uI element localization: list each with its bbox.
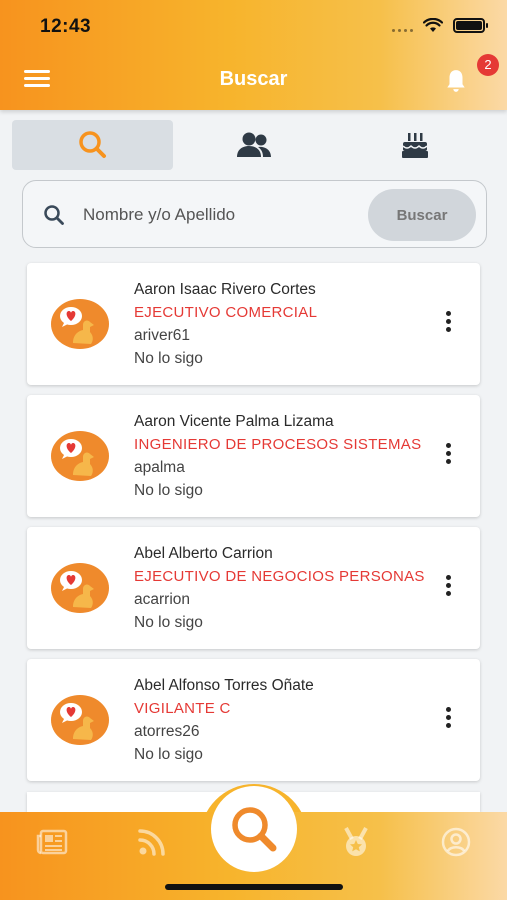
profile-icon (441, 827, 471, 857)
search-icon (78, 131, 106, 158)
result-role: EJECUTIVO DE NEGOCIOS PERSONAS (134, 568, 425, 585)
avatar-placeholder-icon (51, 695, 109, 745)
app-header: 12:43 Buscar 2 (0, 0, 507, 110)
more-options-icon[interactable] (444, 311, 452, 337)
notification-badge: 2 (477, 54, 499, 76)
status-time: 12:43 (40, 16, 92, 37)
result-card[interactable]: Abel Alfonso Torres Oñate VIGILANTE C at… (27, 659, 480, 781)
nav-feed[interactable] (132, 822, 172, 862)
result-username: acarrion (134, 591, 190, 608)
search-button[interactable]: Buscar (368, 189, 476, 241)
tab-birthdays[interactable] (334, 120, 495, 170)
medal-icon (344, 827, 368, 856)
result-name: Aaron Vicente Palma Lizama (134, 413, 334, 430)
result-username: atorres26 (134, 723, 200, 740)
nav-search[interactable] (211, 786, 297, 872)
more-options-icon[interactable] (444, 707, 452, 733)
result-name: Abel Alberto Carrion (134, 545, 273, 562)
result-card[interactable]: Abel Alberto Carrion EJECUTIVO DE NEGOCI… (27, 527, 480, 649)
result-name: Aaron Isaac Rivero Cortes (134, 281, 316, 298)
tab-people[interactable] (173, 120, 334, 170)
nav-awards[interactable] (336, 822, 376, 862)
result-role: EJECUTIVO COMERCIAL (134, 304, 318, 321)
result-card[interactable]: Aaron Isaac Rivero Cortes EJECUTIVO COME… (27, 263, 480, 385)
bell-icon[interactable] (443, 68, 469, 94)
result-follow-status: No lo sigo (134, 614, 203, 631)
result-name: Abel Alfonso Torres Oñate (134, 677, 314, 694)
search-input[interactable] (83, 199, 373, 231)
more-options-icon[interactable] (444, 575, 452, 601)
result-follow-status: No lo sigo (134, 746, 203, 763)
more-options-icon[interactable] (444, 443, 452, 469)
result-follow-status: No lo sigo (134, 350, 203, 367)
search-icon (232, 807, 277, 852)
home-indicator (165, 884, 343, 890)
rss-feed-icon (138, 829, 165, 856)
result-follow-status: No lo sigo (134, 482, 203, 499)
news-icon (36, 829, 68, 855)
result-role: INGENIERO DE PROCESOS SISTEMAS (134, 436, 422, 453)
result-username: apalma (134, 459, 185, 476)
people-icon (236, 132, 271, 157)
result-username: ariver61 (134, 327, 190, 344)
battery-icon (453, 18, 488, 33)
avatar-placeholder-icon (51, 431, 109, 481)
search-icon (44, 205, 64, 225)
status-icons (392, 18, 488, 33)
avatar-placeholder-icon (51, 299, 109, 349)
search-mode-tabs (12, 120, 495, 170)
nav-profile[interactable] (436, 822, 476, 862)
tab-search[interactable] (12, 120, 173, 170)
birthday-cake-icon (401, 133, 428, 158)
search-bar: Buscar (22, 180, 487, 248)
wifi-icon (423, 18, 443, 32)
result-role: VIGILANTE C (134, 700, 231, 717)
page-title: Buscar (219, 68, 288, 90)
cellular-signal-icon (392, 20, 413, 32)
nav-news[interactable] (32, 822, 72, 862)
result-card[interactable]: Aaron Vicente Palma Lizama INGENIERO DE … (27, 395, 480, 517)
avatar-placeholder-icon (51, 563, 109, 613)
